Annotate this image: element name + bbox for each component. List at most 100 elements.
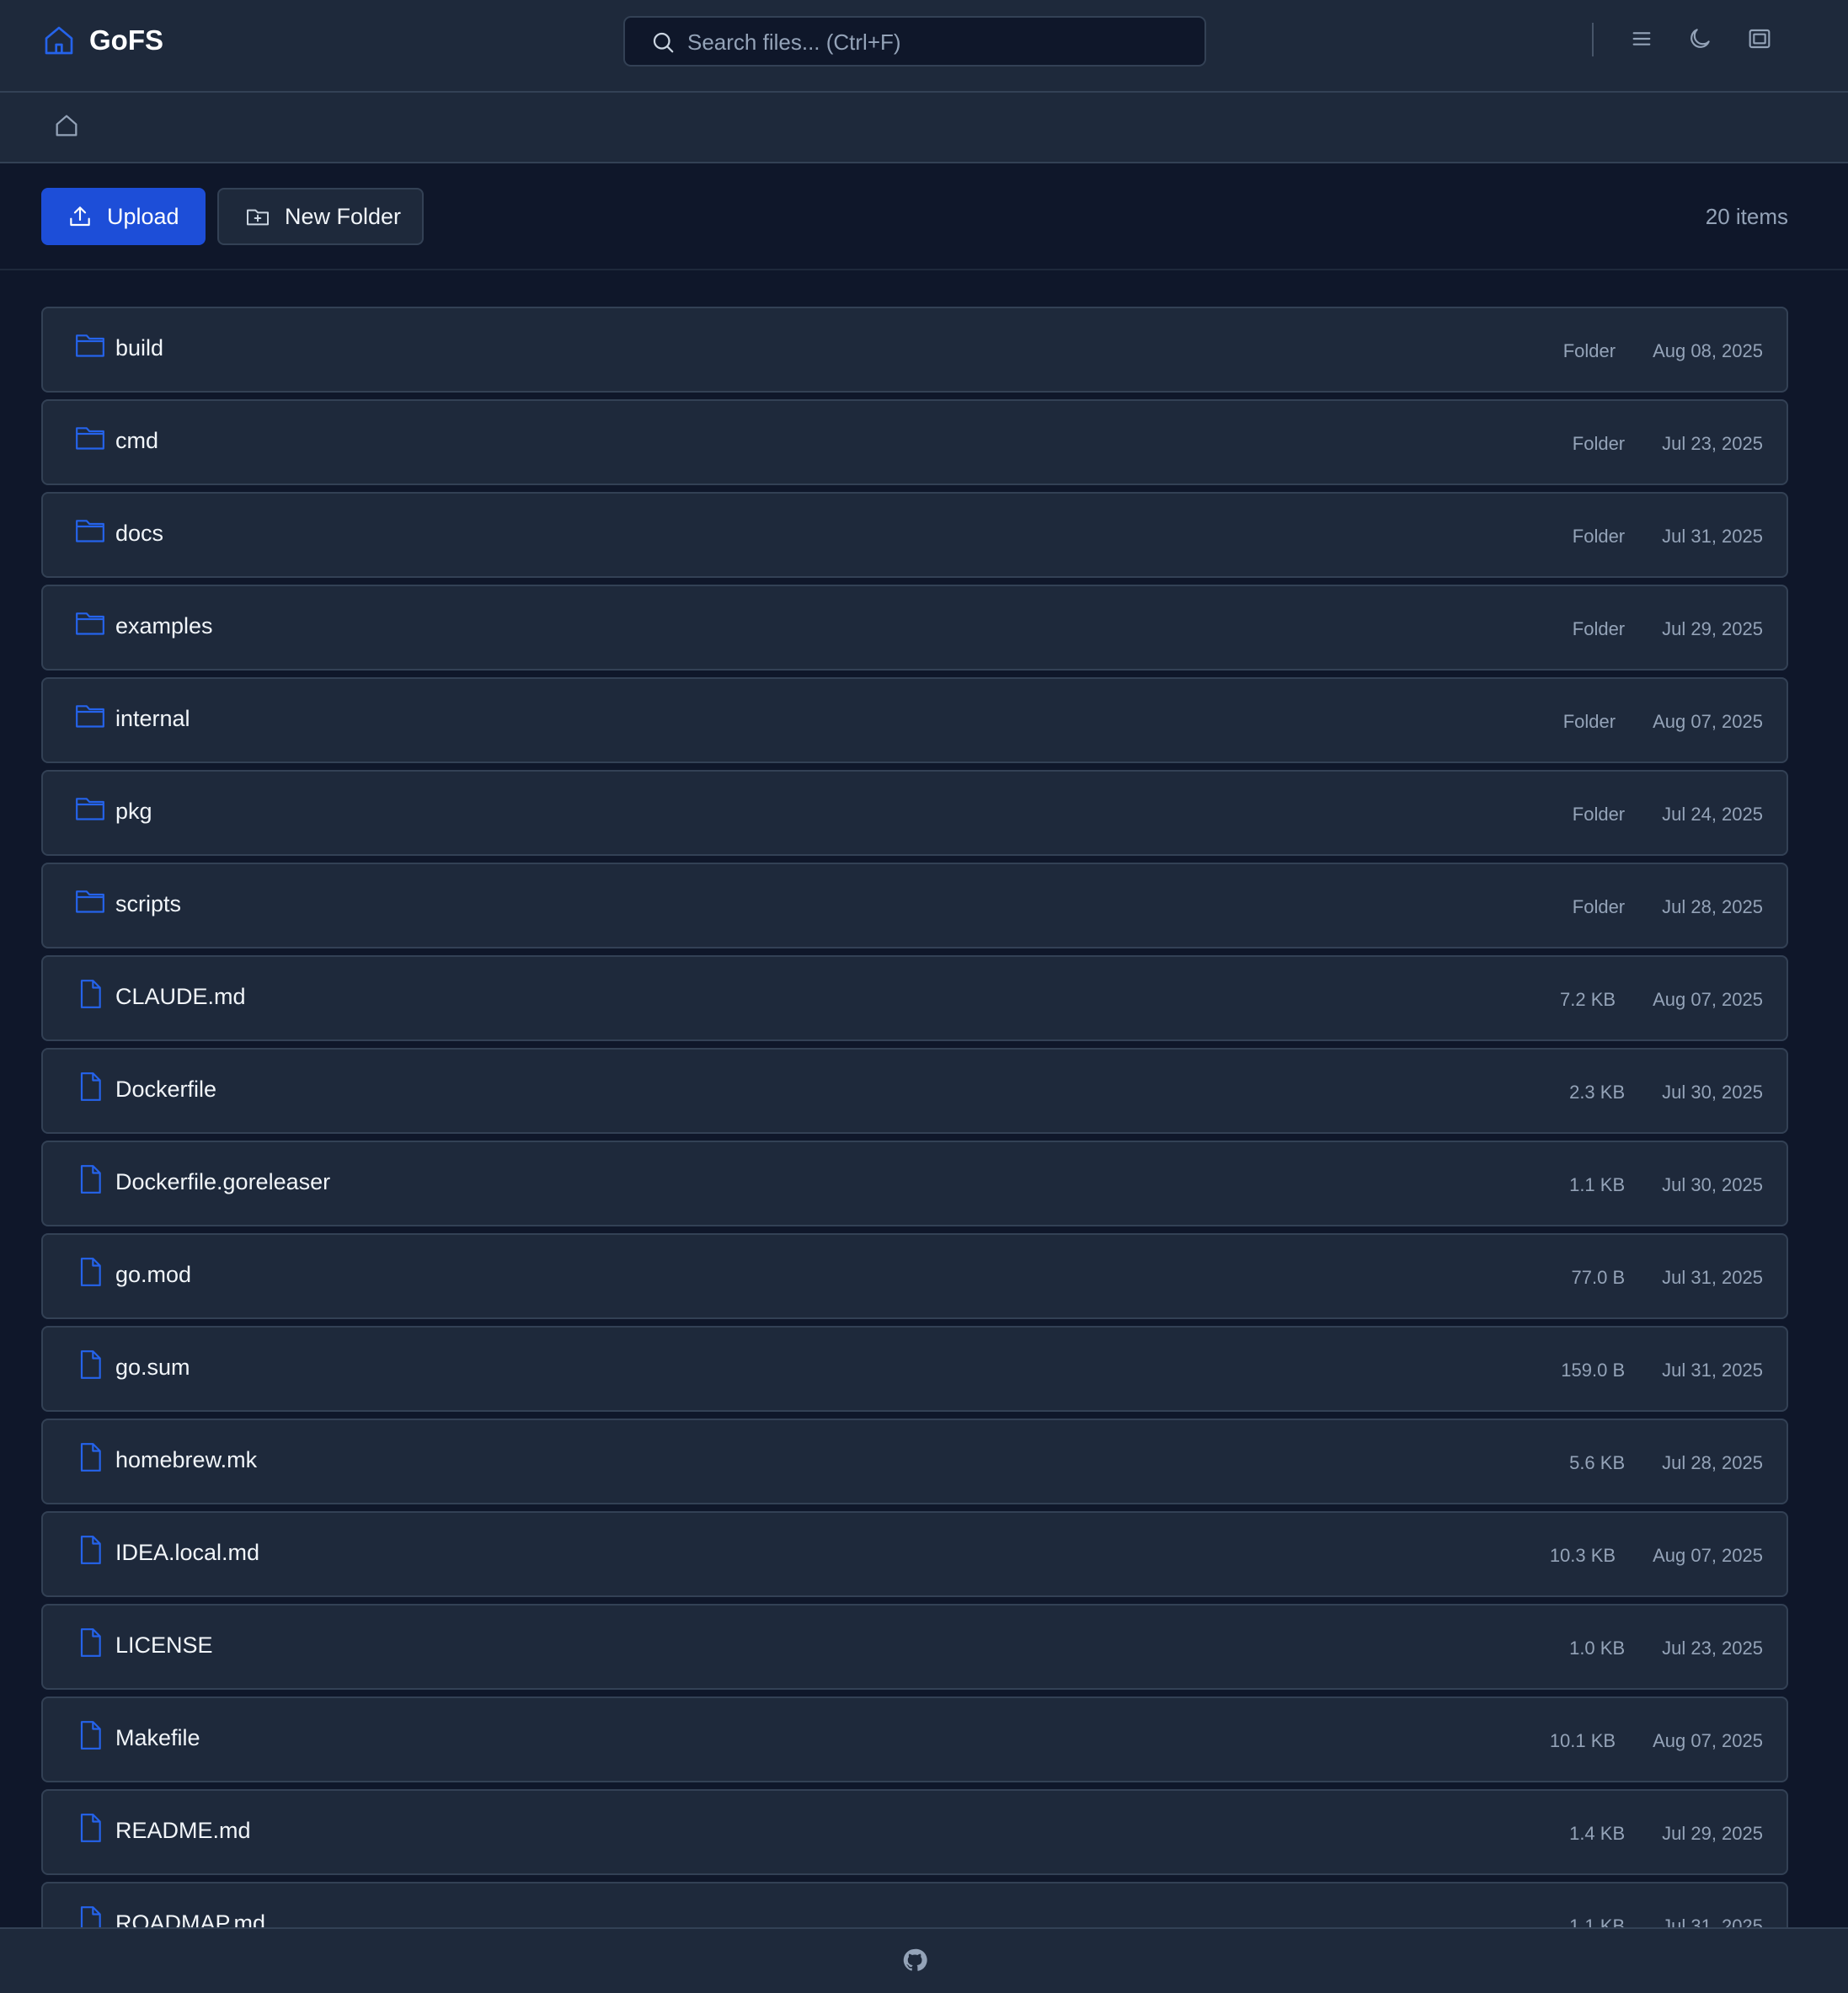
file-name: cmd — [115, 428, 159, 453]
folder-plus-icon — [247, 209, 269, 226]
folder-icon — [76, 705, 104, 728]
file-size: 5.6 KB — [1569, 1452, 1626, 1473]
file-meta: 1.4 KB Jul 29, 2025 — [1569, 1823, 1763, 1845]
footer — [0, 1927, 1848, 1993]
search-box[interactable] — [623, 16, 1206, 67]
file-row[interactable]: Dockerfile.goreleaser 1.1 KB Jul 30, 2025 — [41, 1141, 1788, 1226]
header-divider — [1592, 23, 1594, 56]
file-icon — [80, 1814, 101, 1842]
folder-icon — [76, 427, 104, 450]
file-name: go.mod — [115, 1262, 192, 1287]
file-size: 2.3 KB — [1569, 1082, 1626, 1103]
file-name: Dockerfile — [115, 1077, 217, 1102]
search-input[interactable] — [686, 18, 1194, 67]
file-icon — [80, 1721, 101, 1750]
app-title: GoFS — [89, 24, 163, 56]
home-icon — [45, 26, 73, 55]
upload-button[interactable]: Upload — [41, 188, 206, 245]
file-size: 10.3 KB — [1549, 1545, 1616, 1566]
layout-toggle-button[interactable] — [1744, 24, 1775, 54]
file-size: 1.0 KB — [1569, 1638, 1626, 1659]
app-logo[interactable]: GoFS — [42, 23, 163, 58]
file-meta: 5.6 KB Jul 28, 2025 — [1569, 1452, 1763, 1474]
file-size: 10.1 KB — [1549, 1730, 1616, 1751]
file-meta: 2.3 KB Jul 30, 2025 — [1569, 1082, 1763, 1103]
file-row[interactable]: go.mod 77.0 B Jul 31, 2025 — [41, 1233, 1788, 1319]
file-name: Makefile — [115, 1725, 200, 1750]
file-date: Jul 29, 2025 — [1662, 618, 1763, 639]
list-icon — [1632, 32, 1651, 45]
file-size: Folder — [1562, 340, 1616, 361]
file-size: Folder — [1572, 896, 1626, 917]
file-size: 1.4 KB — [1569, 1823, 1626, 1844]
file-date: Jul 30, 2025 — [1662, 1082, 1763, 1103]
file-size: Folder — [1572, 526, 1626, 547]
folder-row[interactable]: pkg Folder Jul 24, 2025 — [41, 770, 1788, 856]
file-row[interactable]: Dockerfile 2.3 KB Jul 30, 2025 — [41, 1048, 1788, 1134]
file-row[interactable]: IDEA.local.md 10.3 KB Aug 07, 2025 — [41, 1511, 1788, 1597]
top-header: GoFS — [0, 0, 1848, 93]
layout-icon — [1749, 29, 1771, 49]
file-row[interactable]: LICENSE 1.0 KB Jul 23, 2025 — [41, 1604, 1788, 1690]
new-folder-label: New Folder — [285, 203, 402, 229]
file-date: Jul 23, 2025 — [1662, 1638, 1763, 1659]
items-count: 20 items — [1705, 204, 1788, 229]
file-date: Jul 30, 2025 — [1662, 1174, 1763, 1195]
file-name: homebrew.mk — [115, 1447, 258, 1472]
folder-row[interactable]: cmd Folder Jul 23, 2025 — [41, 399, 1788, 485]
upload-label: Upload — [107, 203, 179, 229]
folder-icon — [76, 890, 104, 913]
file-name: examples — [115, 613, 213, 639]
file-date: Jul 31, 2025 — [1662, 1360, 1763, 1381]
file-date: Jul 29, 2025 — [1662, 1823, 1763, 1844]
file-row[interactable]: Makefile 10.1 KB Aug 07, 2025 — [41, 1696, 1788, 1782]
file-size: Folder — [1562, 711, 1616, 732]
list-view-button[interactable] — [1626, 24, 1657, 54]
file-meta: Folder Jul 31, 2025 — [1573, 526, 1763, 548]
file-size: Folder — [1572, 433, 1626, 454]
file-meta: 1.0 KB Jul 23, 2025 — [1569, 1638, 1763, 1659]
toolbar: Upload New Folder 20 items — [0, 163, 1848, 270]
file-size: 77.0 B — [1571, 1267, 1626, 1288]
home-icon[interactable] — [52, 111, 81, 140]
file-row[interactable]: README.md 1.4 KB Jul 29, 2025 — [41, 1789, 1788, 1875]
folder-row[interactable]: scripts Folder Jul 28, 2025 — [41, 863, 1788, 948]
file-date: Jul 23, 2025 — [1662, 433, 1763, 454]
file-icon — [80, 1350, 101, 1379]
file-list: build Folder Aug 08, 2025 cmd Folder Jul 23, … — [41, 307, 1788, 1974]
theme-toggle-button[interactable] — [1685, 24, 1715, 54]
file-date: Aug 08, 2025 — [1653, 340, 1763, 361]
file-name: go.sum — [115, 1354, 190, 1380]
file-icon — [80, 1628, 101, 1657]
file-name: IDEA.local.md — [115, 1540, 260, 1565]
file-meta: Folder Aug 07, 2025 — [1563, 711, 1763, 733]
file-size: 159.0 B — [1561, 1360, 1626, 1381]
file-size: Folder — [1572, 618, 1626, 639]
file-icon — [80, 1443, 101, 1472]
folder-row[interactable]: docs Folder Jul 31, 2025 — [41, 492, 1788, 578]
folder-icon — [76, 612, 104, 635]
file-row[interactable]: homebrew.mk 5.6 KB Jul 28, 2025 — [41, 1419, 1788, 1504]
folder-row[interactable]: examples Folder Jul 29, 2025 — [41, 585, 1788, 671]
file-date: Jul 24, 2025 — [1662, 804, 1763, 825]
file-icon — [80, 1165, 101, 1194]
breadcrumb — [0, 93, 1848, 163]
file-name: Dockerfile.goreleaser — [115, 1169, 331, 1194]
folder-row[interactable]: build Folder Aug 08, 2025 — [41, 307, 1788, 393]
file-name: pkg — [115, 799, 152, 824]
moon-icon — [1690, 29, 1710, 48]
file-size: Folder — [1572, 804, 1626, 825]
file-date: Aug 07, 2025 — [1653, 1545, 1763, 1566]
file-row[interactable]: CLAUDE.md 7.2 KB Aug 07, 2025 — [41, 955, 1788, 1041]
file-date: Aug 07, 2025 — [1653, 711, 1763, 732]
file-meta: Folder Jul 29, 2025 — [1573, 618, 1763, 640]
folder-icon — [76, 334, 104, 357]
file-row[interactable]: go.sum 159.0 B Jul 31, 2025 — [41, 1326, 1788, 1412]
new-folder-button[interactable]: New Folder — [217, 188, 424, 245]
github-icon[interactable] — [902, 1948, 927, 1973]
file-date: Jul 28, 2025 — [1662, 1452, 1763, 1473]
folder-row[interactable]: internal Folder Aug 07, 2025 — [41, 677, 1788, 763]
file-icon — [80, 1258, 101, 1286]
file-icon — [80, 1536, 101, 1564]
file-date: Jul 28, 2025 — [1662, 896, 1763, 917]
